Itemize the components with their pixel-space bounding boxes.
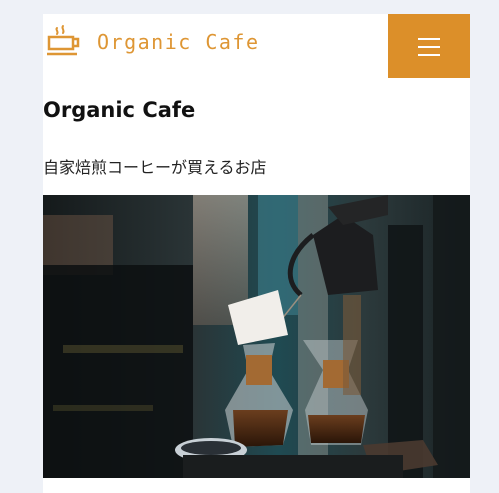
page: Organic Cafe Organic Cafe 自家焙煎コーヒーが買えるお店 [43,14,470,493]
coffee-cup-icon [47,25,80,56]
hamburger-menu-icon-bar [418,54,440,56]
page-title: Organic Cafe [43,98,196,122]
tagline: 自家焙煎コーヒーが買えるお店 [43,158,267,177]
hamburger-menu-icon-bar [418,46,440,48]
site-header: Organic Cafe [43,14,470,78]
hamburger-menu-icon [418,38,440,40]
menu-button[interactable] [388,14,470,78]
site-logo[interactable]: Organic Cafe [45,24,260,60]
hero-image [43,195,470,478]
logo-text: Organic Cafe [97,30,260,54]
